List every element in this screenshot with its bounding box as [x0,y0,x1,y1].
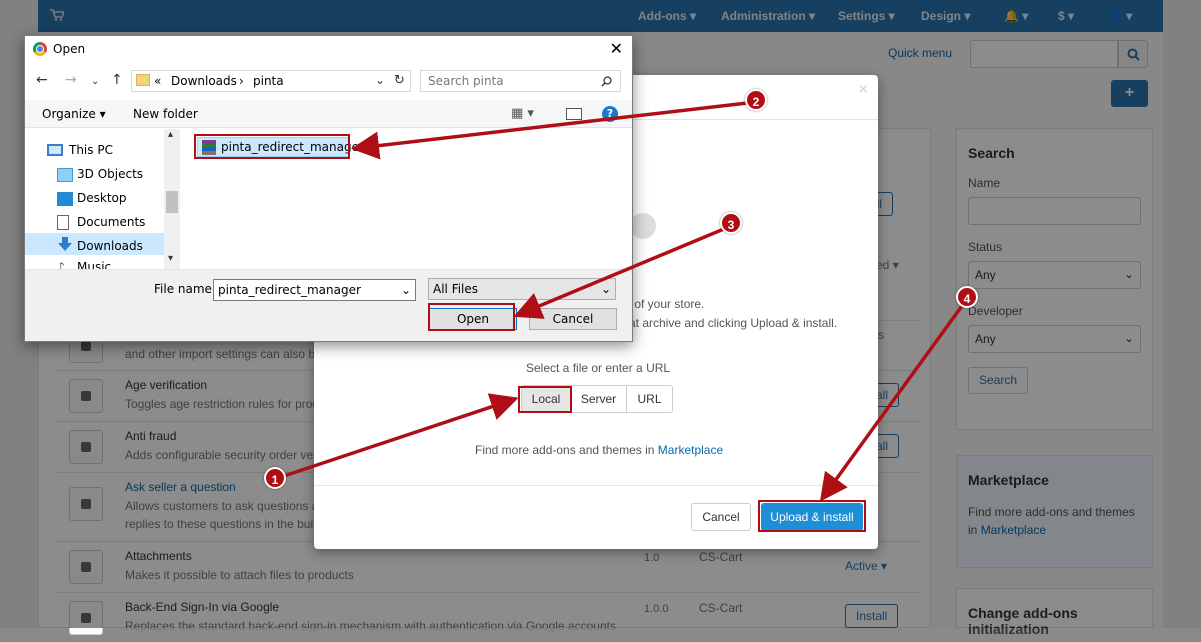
step-badge-3: 3 [720,212,742,234]
arrow-2 [351,100,757,160]
arrow-4 [819,297,969,502]
arrow-3 [513,224,732,319]
annotation-arrows [277,100,969,502]
step-badge-1: 1 [264,467,286,489]
step-badge-4: 4 [956,286,978,308]
step-badge-2: 2 [745,89,767,111]
arrow-1 [277,393,519,480]
